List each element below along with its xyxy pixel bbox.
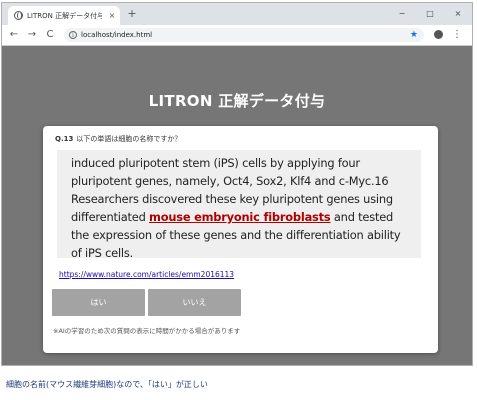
browser-toolbar: ← → C i localhost/index.html ★ ⋮ <box>2 25 472 46</box>
address-bar[interactable]: i localhost/index.html ★ <box>64 28 424 42</box>
new-tab-button[interactable]: + <box>126 7 138 20</box>
question-card: Q.13 以下の単語は細胞の名称ですか？ induced pluripotent … <box>43 126 438 353</box>
page-title: LITRON 正解データ付与 <box>148 92 326 110</box>
question-text: 以下の単語は細胞の名称ですか？ <box>76 135 182 143</box>
highlighted-term: mouse embryonic fibroblasts <box>149 210 331 224</box>
passage-box: induced pluripotent stem (iPS) cells by … <box>57 150 421 260</box>
site-info-icon[interactable]: i <box>69 31 77 39</box>
page-content: LITRON 正解データ付与 Q.13 以下の単語は細胞の名称ですか？ induc… <box>2 46 472 365</box>
source-link[interactable]: https://www.nature.com/articles/emm20161… <box>59 270 234 279</box>
figure-caption: 細胞の名前(マウス繊維芽細胞)なので、「はい」が正しい <box>6 380 208 389</box>
menu-icon[interactable]: ⋮ <box>452 28 462 42</box>
tab-title: LITRON 正解データ付与 <box>27 11 102 20</box>
url-text[interactable]: localhost/index.html <box>81 31 152 39</box>
forward-button[interactable]: → <box>26 28 38 42</box>
reload-button[interactable]: C <box>44 28 56 42</box>
back-button[interactable]: ← <box>8 28 20 42</box>
close-window-button[interactable]: × <box>444 3 472 23</box>
browser-tab[interactable]: LITRON 正解データ付与 × <box>8 6 120 25</box>
globe-icon <box>14 11 23 20</box>
browser-window: LITRON 正解データ付与 × + − □ × ← → C i localho… <box>1 2 473 366</box>
loading-note: ※AIの学習のため次の質問の表示に時間がかかる場合があります <box>53 327 241 335</box>
window-controls: − □ × <box>388 3 472 23</box>
account-icon[interactable] <box>434 30 443 39</box>
yes-button[interactable]: はい <box>52 289 145 316</box>
bookmark-star-icon[interactable]: ★ <box>410 29 418 41</box>
maximize-button[interactable]: □ <box>416 3 444 23</box>
minimize-button[interactable]: − <box>388 3 416 23</box>
question-number: Q.13 <box>55 135 74 143</box>
tab-bar: LITRON 正解データ付与 × + − □ × <box>2 3 472 25</box>
tab-close-icon[interactable]: × <box>106 11 118 20</box>
no-button[interactable]: いいえ <box>148 289 241 316</box>
question-line: Q.13 以下の単語は細胞の名称ですか？ <box>55 134 181 144</box>
